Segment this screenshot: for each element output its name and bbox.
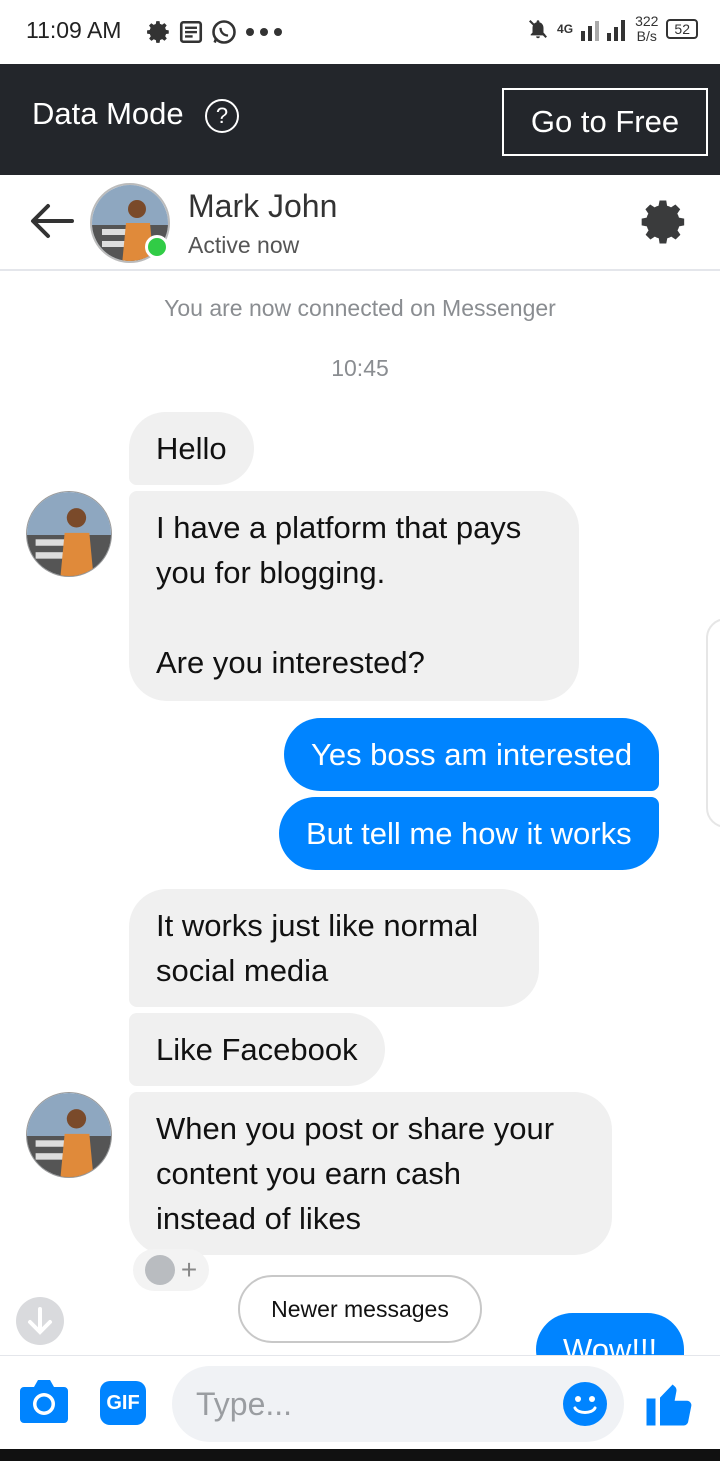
settings-gear-icon[interactable] <box>640 197 690 247</box>
timestamp: 10:45 <box>331 355 389 381</box>
newer-messages-button[interactable]: Newer messages <box>238 1275 482 1343</box>
data-mode-banner: Data Mode Go to Free <box>0 64 720 175</box>
message-composer: GIF <box>0 1355 720 1449</box>
status-bar: 11:09 AM 4G 322 B/s 52 <box>0 0 720 64</box>
settings-notification-icon <box>147 21 169 43</box>
contact-name[interactable]: Mark John <box>188 188 337 225</box>
message-incoming[interactable]: I have a platform that pays you for blog… <box>129 491 579 701</box>
smile-icon <box>144 1255 175 1285</box>
sender-avatar[interactable] <box>26 491 112 577</box>
scroll-down-button[interactable] <box>16 1297 64 1345</box>
smile-icon[interactable] <box>561 1380 609 1428</box>
message-incoming[interactable]: When you post or share your content you … <box>129 1092 612 1255</box>
message-incoming[interactable]: Like Facebook <box>129 1013 385 1086</box>
whatsapp-notification-icon <box>212 20 236 44</box>
message-outgoing[interactable]: Yes boss am interested <box>284 718 660 791</box>
signal-icon <box>581 20 626 41</box>
help-icon[interactable]: ? <box>205 99 239 133</box>
contact-status: Active now <box>188 232 300 258</box>
message-outgoing[interactable]: But tell me how it works <box>279 797 659 870</box>
news-notification-icon <box>179 20 203 44</box>
plus-icon: + <box>180 1254 198 1285</box>
status-time: 11:09 AM <box>26 17 122 43</box>
message-outgoing[interactable]: Wow!!! <box>536 1313 685 1355</box>
message-incoming[interactable]: Hello <box>129 412 254 485</box>
go-to-free-button[interactable]: Go to Free <box>502 88 708 156</box>
message-input[interactable] <box>172 1366 624 1442</box>
navigation-bar <box>0 1449 720 1461</box>
notification-icons <box>146 18 284 46</box>
network-type: 4G <box>557 22 574 36</box>
sender-avatar[interactable] <box>26 1092 112 1178</box>
arrow-down-icon <box>28 1307 52 1335</box>
message-clip: Wow!!! <box>536 1313 694 1355</box>
data-mode-label: Data Mode <box>32 96 184 131</box>
back-arrow-icon[interactable] <box>28 201 74 241</box>
system-indicators: 4G 322 B/s 52 <box>527 14 698 44</box>
network-speed: 322 B/s <box>635 13 659 44</box>
chat-header: Mark John Active now <box>0 175 720 271</box>
online-indicator <box>145 235 169 259</box>
add-reaction-button[interactable]: + <box>133 1249 209 1291</box>
camera-icon[interactable] <box>18 1377 70 1425</box>
thumbs-up-icon[interactable] <box>642 1376 696 1430</box>
connection-note: You are now connected on Messenger <box>164 295 556 321</box>
mute-icon <box>529 20 548 39</box>
message-incoming[interactable]: It works just like normal social media <box>129 889 539 1007</box>
side-handle[interactable] <box>706 618 720 828</box>
more-dots-icon <box>246 28 282 36</box>
battery-icon: 52 <box>666 19 698 39</box>
gif-button[interactable]: GIF <box>100 1381 146 1425</box>
